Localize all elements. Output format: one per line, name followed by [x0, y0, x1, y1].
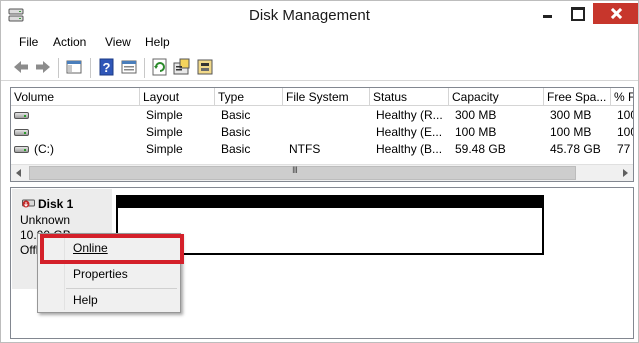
title-bar: Disk Management: [1, 1, 638, 31]
cell-percent-free: 100: [617, 125, 633, 139]
menu-help[interactable]: Help: [145, 35, 170, 49]
cell-type: Basic: [221, 142, 251, 156]
minimize-button[interactable]: [534, 3, 561, 23]
table-row[interactable]: (C:) Simple Basic NTFS Healthy (B... 59.…: [11, 141, 633, 158]
properties-icon[interactable]: [120, 58, 138, 76]
close-button[interactable]: [593, 3, 638, 24]
table-row[interactable]: Simple Basic Healthy (E... 100 MB 100 MB…: [11, 124, 633, 141]
maximize-button[interactable]: [563, 3, 590, 23]
toolbar-separator: [58, 58, 59, 78]
cell-capacity: 300 MB: [455, 108, 497, 122]
menu-file[interactable]: File: [19, 35, 38, 49]
table-row[interactable]: Simple Basic Healthy (R... 300 MB 300 MB…: [11, 107, 633, 124]
context-menu-item-help[interactable]: Help: [73, 293, 98, 307]
offline-disk-icon: [22, 199, 35, 208]
column-header-layout[interactable]: Layout: [140, 88, 215, 106]
disk-type: Unknown: [20, 213, 71, 227]
column-header-free-space[interactable]: Free Spa...: [544, 88, 611, 106]
cell-status: Healthy (E...: [376, 125, 443, 139]
drive-icon: [14, 112, 29, 119]
column-header-capacity[interactable]: Capacity: [449, 88, 544, 106]
cell-status: Healthy (B...: [376, 142, 443, 156]
forward-arrow-icon[interactable]: [34, 58, 52, 76]
cell-capacity: 59.48 GB: [455, 142, 506, 156]
help-icon[interactable]: ?: [98, 58, 116, 76]
cell-file-system: [286, 107, 370, 124]
scrollbar-thumb[interactable]: [29, 166, 576, 180]
disk-management-window: Disk Management File Action View Help ?: [0, 0, 639, 343]
drive-icon: [14, 146, 29, 153]
disk-name: Disk 1: [38, 197, 74, 211]
refresh-icon[interactable]: [151, 58, 169, 76]
column-header-percent-free[interactable]: % F: [611, 88, 633, 106]
cell-volume: [31, 107, 140, 124]
drive-icon: [14, 129, 29, 136]
context-menu-separator: [66, 288, 177, 289]
cell-type: Basic: [221, 108, 251, 122]
cell-layout: Simple: [146, 142, 183, 156]
partition-header-bar: [116, 195, 544, 208]
menu-view[interactable]: View: [105, 35, 131, 49]
column-header-type[interactable]: Type: [215, 88, 283, 106]
cell-layout: Simple: [146, 125, 183, 139]
horizontal-scrollbar[interactable]: [11, 164, 633, 181]
menu-action[interactable]: Action: [53, 35, 86, 49]
cell-file-system: NTFS: [289, 142, 321, 156]
cell-file-system: [286, 124, 370, 141]
back-arrow-icon[interactable]: [12, 58, 30, 76]
toolbar-separator: [144, 58, 145, 78]
menu-bar: File Action View Help: [1, 34, 638, 52]
cell-status: Healthy (R...: [376, 108, 443, 122]
toolbar: ?: [1, 55, 638, 81]
context-menu-item-properties[interactable]: Properties: [73, 267, 128, 281]
cell-free-space: 300 MB: [550, 108, 592, 122]
column-header-status[interactable]: Status: [370, 88, 449, 106]
show-hide-tree-icon[interactable]: [65, 58, 83, 76]
cell-percent-free: 100: [617, 108, 633, 122]
volume-list: Volume Layout Type File System Status Ca…: [10, 87, 634, 182]
highlight-annotation-box: [40, 234, 184, 264]
toolbar-separator: [90, 58, 91, 78]
cell-capacity: 100 MB: [455, 125, 497, 139]
cell-free-space: 100 MB: [550, 125, 592, 139]
cell-type: Basic: [221, 125, 251, 139]
column-header-volume[interactable]: Volume: [11, 88, 140, 106]
disk-info-icon[interactable]: [196, 58, 214, 76]
scroll-left-arrow-icon[interactable]: [11, 165, 28, 181]
cell-volume: (C:): [34, 142, 54, 156]
volume-list-header: Volume Layout Type File System Status Ca…: [11, 88, 633, 106]
svg-text:?: ?: [103, 60, 111, 75]
settings-icon[interactable]: [173, 58, 191, 76]
cell-percent-free: 77: [617, 142, 631, 156]
cell-layout: Simple: [146, 108, 183, 122]
cell-free-space: 45.78 GB: [550, 142, 601, 156]
column-header-file-system[interactable]: File System: [283, 88, 370, 106]
scroll-right-arrow-icon[interactable]: [616, 165, 633, 181]
cell-volume: [31, 124, 140, 141]
